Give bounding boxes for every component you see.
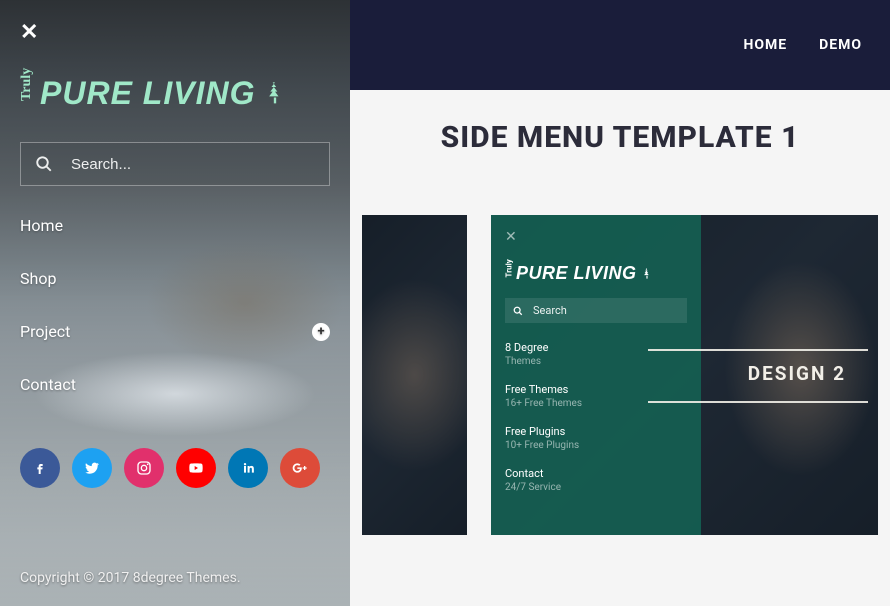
search-icon [513,306,523,316]
google-plus-icon[interactable] [280,448,320,488]
mini-logo: Truly PURE LIVING [505,263,687,284]
top-link-demo[interactable]: DEMO [819,37,862,53]
linkedin-icon[interactable] [228,448,268,488]
template-cards: ✕ Truly PURE LIVING Search 8 Degree [350,215,890,535]
mini-nav-item: Free Themes 16+ Free Themes [505,383,687,409]
mini-side-menu-preview: ✕ Truly PURE LIVING Search 8 Degree [491,215,701,535]
mini-nav-item: Contact 24/7 Service [505,467,687,493]
mini-item-sub: 24/7 Service [505,482,687,493]
template-card-1[interactable] [362,215,467,535]
mini-item-sub: Themes [505,356,687,367]
mini-item-sub: 10+ Free Plugins [505,440,687,451]
divider-line [648,401,868,403]
page-body: SIDE MENU TEMPLATE 1 ✕ Truly [350,90,890,606]
mini-search-box: Search [505,298,687,323]
template-card-2[interactable]: ✕ Truly PURE LIVING Search 8 Degree [491,215,878,535]
close-icon[interactable]: ✕ [20,20,330,45]
nav-list: Home Shop Project + Contact [20,216,330,394]
mini-item-title: Contact [505,467,687,480]
mini-logo-prefix: Truly [505,270,514,278]
page-title: SIDE MENU TEMPLATE 1 [350,120,890,155]
mini-item-title: Free Plugins [505,425,687,438]
side-menu: ✕ Truly PURE LIVING Home Shop Project + [0,0,350,606]
mini-logo-main: PURE LIVING [516,263,637,284]
mini-item-title: Free Themes [505,383,687,396]
divider-line [648,349,868,351]
youtube-icon[interactable] [176,448,216,488]
design-label: DESIGN 2 [748,362,846,385]
nav-item-home[interactable]: Home [20,216,330,235]
mini-close-icon: ✕ [505,229,687,245]
plus-icon[interactable]: + [312,323,330,341]
mini-nav-item: Free Plugins 10+ Free Plugins [505,425,687,451]
logo-prefix: Truly [19,87,35,101]
instagram-icon[interactable] [124,448,164,488]
top-link-home[interactable]: HOME [743,37,787,53]
search-box[interactable] [20,142,330,186]
logo-main-text: PURE LIVING [40,75,255,112]
twitter-icon[interactable] [72,448,112,488]
main-content: HOME DEMO SIDE MENU TEMPLATE 1 ✕ [350,0,890,606]
nav-item-contact[interactable]: Contact [20,375,330,394]
mini-search-placeholder: Search [533,304,567,317]
nav-label: Contact [20,375,76,394]
logo[interactable]: Truly PURE LIVING [20,75,330,112]
tree-icon [640,267,654,281]
nav-label: Home [20,216,63,235]
copyright-text: Copyright © 2017 8degree Themes. [20,570,330,586]
top-bar: HOME DEMO [350,0,890,90]
nav-item-project[interactable]: Project + [20,322,330,341]
mini-item-title: 8 Degree [505,341,687,354]
search-icon [35,155,53,173]
tree-icon [261,80,289,108]
facebook-icon[interactable] [20,448,60,488]
nav-item-shop[interactable]: Shop [20,269,330,288]
nav-label: Project [20,322,70,341]
mini-nav-item: 8 Degree Themes [505,341,687,367]
card-overlay [362,215,467,535]
search-input[interactable] [71,156,315,173]
nav-label: Shop [20,269,56,288]
social-links [20,448,330,488]
